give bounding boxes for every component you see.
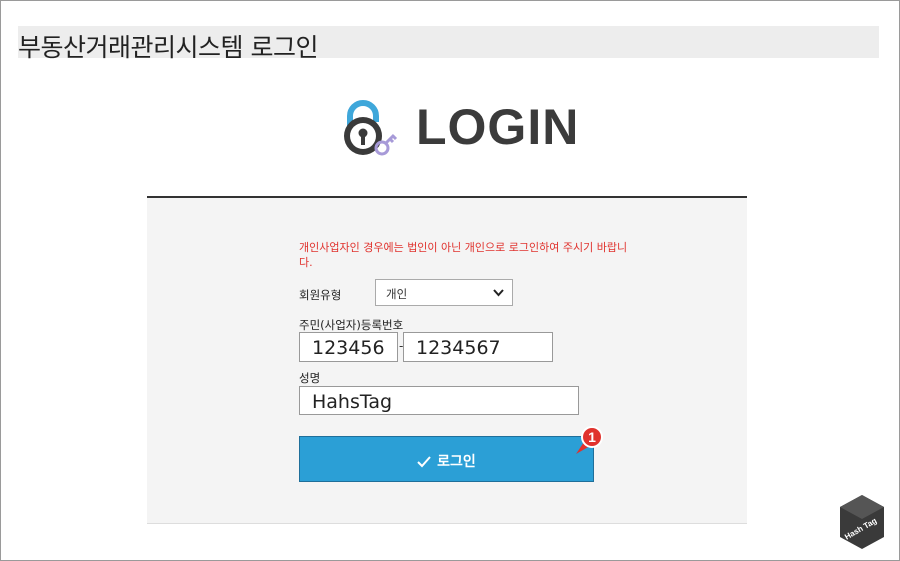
name-value: HahsTag (312, 391, 393, 413)
name-input[interactable]: HahsTag (299, 386, 579, 415)
login-panel: 개인사업자인 경우에는 법인이 아닌 개인으로 로그인하여 주시기 바랍니다. … (147, 196, 747, 524)
rrn-second-input[interactable]: 1234567 (403, 332, 553, 362)
step-badge: 1 (576, 426, 603, 454)
step-badge-number: 1 (588, 429, 596, 445)
padlock-icon (344, 100, 398, 156)
chevron-down-icon (493, 289, 504, 297)
member-type-select[interactable]: 개인 (375, 279, 513, 306)
rrn-first-value: 123456 (312, 337, 385, 359)
notice-text: 개인사업자인 경우에는 법인이 아닌 개인으로 로그인하여 주시기 바랍니다. (299, 241, 628, 269)
member-type-label: 회원유형 (299, 288, 342, 302)
rrn-label: 주민(사업자)등록번호 (299, 318, 404, 332)
member-type-value: 개인 (386, 287, 408, 301)
hashtag-watermark: Hash Tag (840, 495, 884, 549)
check-icon (417, 456, 431, 468)
rrn-second-value: 1234567 (416, 337, 501, 359)
page-title: 부동산거래관리시스템 로그인 (18, 33, 318, 62)
page-title-bar: 부동산거래관리시스템 로그인 (18, 26, 879, 62)
login-button[interactable]: 로그인 (299, 436, 594, 482)
name-label: 성명 (299, 371, 321, 385)
login-logo-text: LOGIN (416, 99, 580, 155)
login-button-label: 로그인 (437, 454, 476, 470)
login-logo: LOGIN (338, 96, 578, 162)
rrn-first-input[interactable]: 123456 (299, 332, 398, 362)
